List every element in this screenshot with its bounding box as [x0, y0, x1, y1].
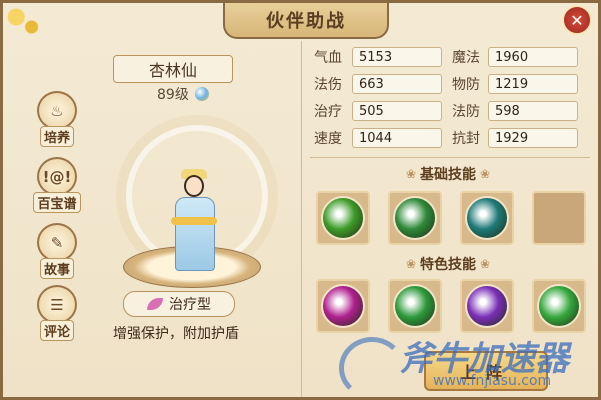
swirl-ornament-icon: ❀ [480, 257, 491, 271]
comment-icon: ☰ [37, 285, 77, 324]
stat-label: 法防 [452, 103, 480, 120]
stats-skills-panel: 气血 5153 魔法 1960 法伤 663 物防 1219 治疗 505 法防 598 速… [301, 41, 598, 397]
element-orb-icon[interactable] [194, 87, 209, 101]
partner-character-sprite[interactable] [171, 169, 217, 273]
special-skills-row [316, 279, 586, 333]
nav-cultivate-button[interactable]: ♨ 培养 [33, 91, 81, 147]
stat-label: 魔法 [452, 49, 480, 66]
stat-value: 1044 [352, 127, 442, 148]
stat-value: 1929 [488, 127, 578, 148]
deploy-button[interactable]: 上阵 [424, 351, 548, 391]
stats-grid: 气血 5153 魔法 1960 法伤 663 物防 1219 治疗 505 法防 598 速… [314, 45, 590, 153]
treasure-book-icon: !@! [37, 157, 77, 196]
nav-story-button[interactable]: ✎ 故事 [33, 223, 81, 279]
story-scroll-icon: ✎ [37, 223, 77, 262]
blossom-decoration-icon [3, 3, 47, 43]
stat-label: 气血 [314, 49, 342, 66]
partner-type-badge: 治疗型 [123, 291, 235, 317]
teal-spirit-skill-icon [465, 196, 509, 240]
nav-label: 百宝谱 [33, 192, 81, 213]
character-head [184, 175, 204, 197]
character-sash [171, 217, 217, 225]
special-skills-title: 特色技能 [420, 257, 476, 273]
character-robe [175, 197, 215, 271]
green-spark-skill-icon [537, 284, 581, 328]
stat-label: 速度 [314, 130, 342, 147]
skill-slot[interactable] [460, 279, 514, 333]
special-skills-heading: ❀ 特色技能 ❀ [388, 253, 508, 275]
stat-label: 法伤 [314, 76, 342, 93]
stat-row: 气血 5153 魔法 1960 [314, 45, 590, 68]
window-frame: 伙伴助战 ✕ ♨ 培养 !@! 百宝谱 ✎ 故事 ☰ 评论 杏林仙 89级 治疗… [0, 0, 601, 400]
stat-value: 1219 [488, 73, 578, 94]
purple-figure-skill-icon [465, 284, 509, 328]
stat-label: 抗封 [452, 130, 480, 147]
partner-name: 杏林仙 [113, 55, 233, 83]
stat-label: 治疗 [314, 103, 342, 120]
partner-type: 治疗型 [169, 297, 211, 313]
skill-slot[interactable] [316, 191, 370, 245]
skill-slot[interactable] [388, 279, 442, 333]
partner-panel: ♨ 培养 !@! 百宝谱 ✎ 故事 ☰ 评论 杏林仙 89级 治疗型 增强保护，… [11, 41, 301, 397]
basic-skills-heading: ❀ 基础技能 ❀ [388, 163, 508, 185]
stat-value: 598 [488, 100, 578, 121]
magenta-orb-skill-icon [321, 284, 365, 328]
window-title: 伙伴助战 [223, 3, 389, 39]
stat-row: 治疗 505 法防 598 [314, 99, 590, 122]
stat-value: 5153 [352, 46, 442, 67]
skill-slot[interactable] [532, 279, 586, 333]
green-leaf-skill-icon [321, 196, 365, 240]
stat-row: 法伤 663 物防 1219 [314, 72, 590, 95]
stat-row: 速度 1044 抗封 1929 [314, 126, 590, 149]
basic-skills-title: 基础技能 [420, 167, 476, 183]
cultivate-icon: ♨ [37, 91, 77, 130]
basic-skills-row [316, 191, 586, 245]
close-icon[interactable]: ✕ [562, 5, 592, 35]
swirl-ornament-icon: ❀ [405, 257, 416, 271]
swirl-ornament-icon: ❀ [405, 167, 416, 181]
green-burst-skill-icon [393, 284, 437, 328]
section-divider [310, 157, 590, 158]
leaf-icon [147, 298, 163, 310]
nav-label: 评论 [39, 320, 74, 341]
stat-value: 1960 [488, 46, 578, 67]
green-vine-skill-icon [393, 196, 437, 240]
stat-label: 物防 [452, 76, 480, 93]
nav-treasure-book-button[interactable]: !@! 百宝谱 [33, 157, 81, 213]
partner-level: 89级 [157, 87, 189, 103]
skill-slot[interactable] [316, 279, 370, 333]
swirl-ornament-icon: ❀ [480, 167, 491, 181]
partner-level-row: 89级 [157, 84, 209, 104]
partner-description: 增强保护，附加护盾 [113, 326, 239, 342]
skill-slot[interactable] [388, 191, 442, 245]
skill-slot[interactable] [460, 191, 514, 245]
empty-skill-slot[interactable] [532, 191, 586, 245]
stat-value: 663 [352, 73, 442, 94]
nav-comment-button[interactable]: ☰ 评论 [33, 285, 81, 341]
nav-label: 培养 [39, 126, 74, 147]
nav-label: 故事 [39, 258, 74, 279]
stat-value: 505 [352, 100, 442, 121]
